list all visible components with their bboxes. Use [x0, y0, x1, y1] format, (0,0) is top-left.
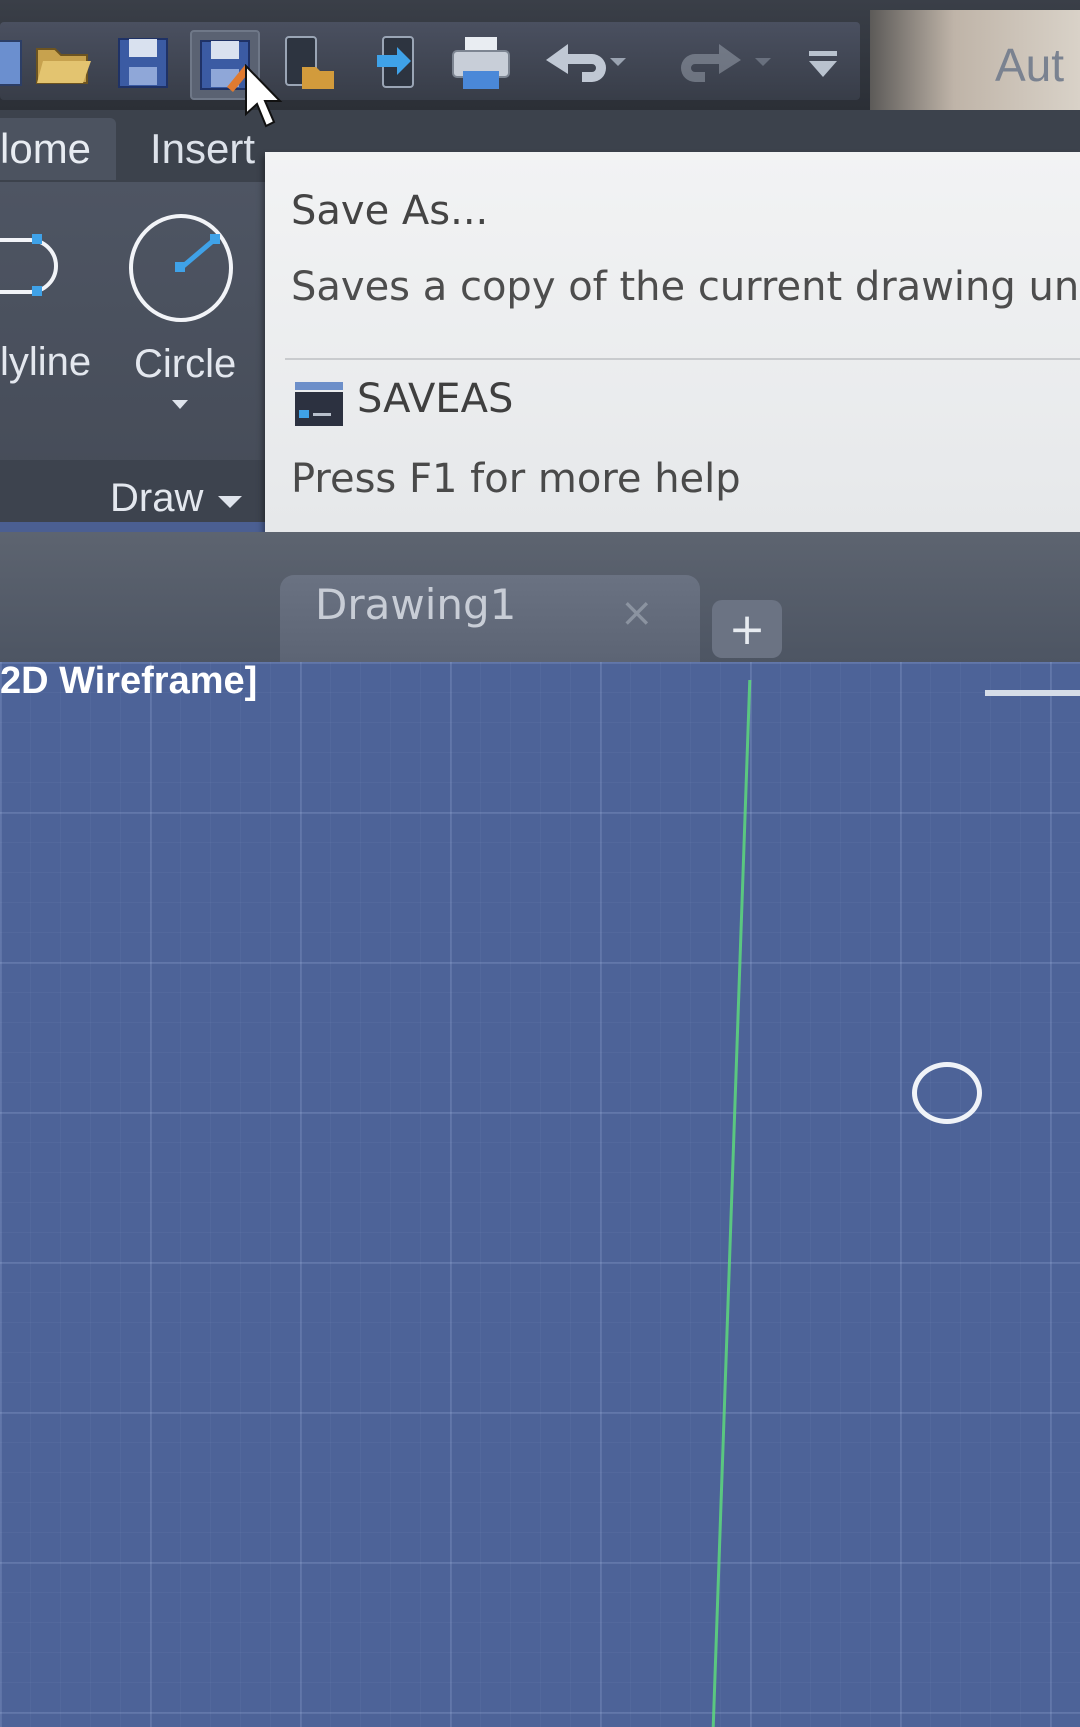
draw-panel-dropdown-icon[interactable] [218, 496, 242, 508]
visual-style-label[interactable]: 2D Wireframe] [0, 660, 257, 703]
circle-dropdown-icon[interactable] [172, 400, 188, 409]
tab-home[interactable]: lome [0, 118, 116, 180]
plot-icon[interactable] [448, 30, 514, 96]
open-from-web-icon[interactable] [275, 30, 341, 96]
tooltip-description: Saves a copy of the current drawing unde [291, 264, 1080, 310]
viewport-edge-bar [985, 690, 1080, 696]
tooltip-command: SAVEAS [357, 376, 514, 422]
drawing-viewport[interactable] [0, 662, 1080, 1727]
polyline-label[interactable]: lyline [0, 340, 91, 385]
command-line-icon [293, 380, 345, 430]
plus-icon: + [728, 603, 766, 655]
new-icon[interactable] [0, 30, 34, 96]
redo-icon[interactable] [670, 30, 780, 96]
app-title: Aut [995, 39, 1065, 91]
save-as-tooltip: Save As... Saves a copy of the current d… [265, 152, 1080, 532]
tab-insert-label: Insert [150, 125, 256, 172]
circle-marker-icon [912, 1062, 982, 1124]
tab-home-label: lome [0, 125, 92, 172]
save-to-web-icon[interactable] [365, 30, 431, 96]
close-icon[interactable]: × [620, 590, 654, 636]
file-tab-label: Drawing1 [315, 580, 517, 629]
tab-insert[interactable]: Insert [150, 118, 255, 180]
tooltip-divider [285, 358, 1080, 360]
circle-label[interactable]: Circle [134, 342, 236, 387]
new-tab-button[interactable]: + [712, 600, 782, 658]
mouse-cursor-icon [244, 63, 284, 134]
circle-icon[interactable] [126, 212, 236, 324]
polyline-icon[interactable] [0, 230, 80, 310]
save-icon[interactable] [110, 30, 176, 96]
tooltip-title: Save As... [291, 188, 489, 234]
customize-icon[interactable] [790, 30, 856, 96]
open-icon[interactable] [30, 30, 96, 96]
app-title-area: Aut [870, 10, 1080, 110]
undo-icon[interactable] [540, 30, 630, 96]
draw-panel-label[interactable]: Draw [110, 476, 203, 521]
tooltip-help: Press F1 for more help [291, 456, 741, 502]
